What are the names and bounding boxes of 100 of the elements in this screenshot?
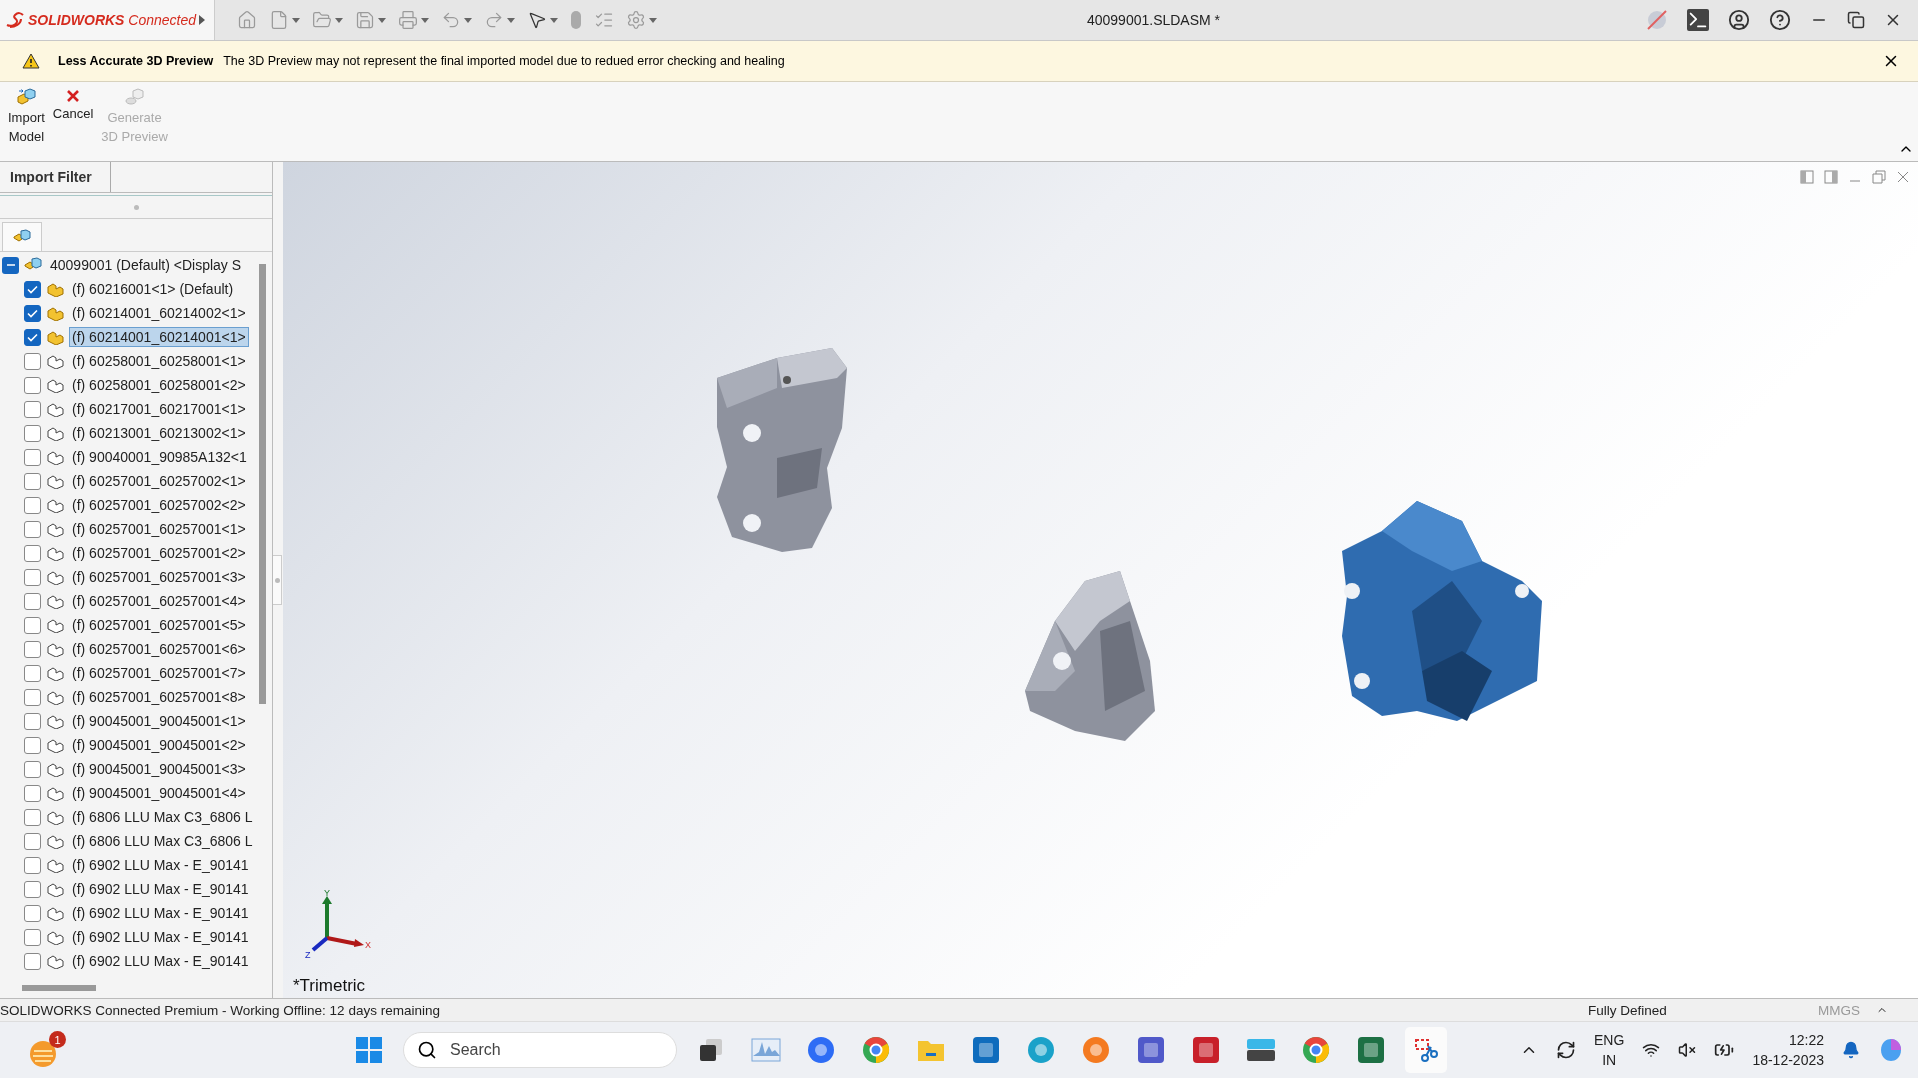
- redo-icon[interactable]: [484, 10, 504, 30]
- checkbox[interactable]: [24, 880, 41, 898]
- dropdown-caret-icon[interactable]: [421, 17, 429, 23]
- tree-item[interactable]: (f) 6902 LLU Max - E_90141: [69, 903, 252, 923]
- tree-item[interactable]: (f) 60257001_60257002<1>: [69, 471, 249, 491]
- panel-left-icon[interactable]: [1800, 170, 1814, 184]
- assembly-tab[interactable]: [2, 222, 42, 251]
- tree-item[interactable]: (f) 6806 LLU Max C3_6806 L: [69, 807, 256, 827]
- import-button[interactable]: Import Model: [6, 88, 47, 146]
- panel-handle[interactable]: [273, 555, 282, 605]
- tree-item[interactable]: (f) 60217001_60217001<1>: [69, 399, 249, 419]
- tree-item[interactable]: (f) 90045001_90045001<2>: [69, 735, 249, 755]
- tree-item[interactable]: (f) 60216001<1> (Default): [69, 279, 237, 299]
- tree-item[interactable]: (f) 90045001_90045001<4>: [69, 783, 249, 803]
- restore-icon[interactable]: [1847, 11, 1865, 29]
- checkbox[interactable]: [24, 640, 41, 658]
- checkbox[interactable]: [24, 472, 41, 490]
- checkbox[interactable]: [24, 448, 41, 466]
- tree-item[interactable]: (f) 90045001_90045001<3>: [69, 759, 249, 779]
- checkbox[interactable]: [24, 352, 41, 370]
- checkbox[interactable]: [24, 520, 41, 538]
- notification-bell-icon[interactable]: [1842, 1041, 1860, 1059]
- tree-item[interactable]: (f) 60214001_60214002<1>: [69, 303, 249, 323]
- language-indicator[interactable]: ENG IN: [1594, 1030, 1625, 1070]
- tree-item[interactable]: (f) 60257001_60257001<1>: [69, 519, 249, 539]
- checkbox[interactable]: [24, 664, 41, 682]
- tree-item[interactable]: (f) 60214001_60214001<1>: [69, 327, 249, 347]
- tree-item[interactable]: (f) 60257001_60257001<4>: [69, 591, 249, 611]
- checkbox[interactable]: [24, 736, 41, 754]
- help-icon[interactable]: [1769, 9, 1791, 31]
- checkbox[interactable]: [24, 568, 41, 586]
- dropdown-caret-icon[interactable]: [507, 17, 515, 23]
- new-file-icon[interactable]: [269, 10, 289, 30]
- checkbox[interactable]: [24, 544, 41, 562]
- checkbox[interactable]: [24, 616, 41, 634]
- tree-item[interactable]: (f) 90045001_90045001<1>: [69, 711, 249, 731]
- checkbox[interactable]: [24, 760, 41, 778]
- checkbox[interactable]: [24, 424, 41, 442]
- tree-item[interactable]: (f) 60257001_60257002<2>: [69, 495, 249, 515]
- tree-item[interactable]: (f) 90040001_90985A132<1: [69, 447, 250, 467]
- print-icon[interactable]: [398, 10, 418, 30]
- scrollbar-thumb[interactable]: [259, 264, 266, 704]
- home-icon[interactable]: [237, 10, 257, 30]
- save-icon[interactable]: [355, 10, 375, 30]
- dropdown-caret-icon[interactable]: [464, 17, 472, 23]
- offline-globe-icon[interactable]: [1646, 9, 1668, 31]
- checkbox[interactable]: [24, 400, 41, 418]
- checkbox[interactable]: [24, 856, 41, 874]
- checkbox[interactable]: [24, 784, 41, 802]
- checkbox[interactable]: [24, 376, 41, 394]
- collapse-toggle[interactable]: [2, 256, 19, 274]
- tree-item[interactable]: 40099001 (Default) <Display S: [47, 255, 245, 275]
- dropdown-caret-icon[interactable]: [292, 17, 300, 23]
- cancel-button[interactable]: Cancel: [50, 88, 96, 123]
- tree-item[interactable]: (f) 60257001_60257001<3>: [69, 567, 249, 587]
- checkbox[interactable]: [24, 808, 41, 826]
- sync-icon[interactable]: [1556, 1040, 1577, 1060]
- checkbox[interactable]: [24, 496, 41, 514]
- tree-item[interactable]: (f) 6902 LLU Max - E_90141: [69, 879, 252, 899]
- account-icon[interactable]: [1728, 9, 1750, 31]
- dropdown-caret-icon[interactable]: [335, 17, 343, 23]
- checkbox[interactable]: [24, 904, 41, 922]
- tree-item[interactable]: (f) 6902 LLU Max - E_90141: [69, 951, 252, 971]
- open-folder-icon[interactable]: [312, 10, 332, 30]
- checkbox[interactable]: [24, 328, 41, 346]
- tree-item[interactable]: (f) 60257001_60257001<2>: [69, 543, 249, 563]
- mute-icon[interactable]: [1678, 1041, 1697, 1059]
- tree-item[interactable]: (f) 6902 LLU Max - E_90141: [69, 927, 252, 947]
- select-pointer-icon[interactable]: [527, 10, 547, 30]
- checkbox[interactable]: [24, 304, 41, 322]
- terminal-icon[interactable]: [1687, 9, 1709, 31]
- checkbox[interactable]: [24, 712, 41, 730]
- settings-icon[interactable]: [626, 10, 646, 30]
- tree-item[interactable]: (f) 60258001_60258001<1>: [69, 351, 249, 371]
- tree-item[interactable]: (f) 60257001_60257001<5>: [69, 615, 249, 635]
- checkbox[interactable]: [24, 688, 41, 706]
- undo-icon[interactable]: [441, 10, 461, 30]
- search-field[interactable]: Search: [403, 1032, 677, 1068]
- checkbox[interactable]: [24, 832, 41, 850]
- checkbox[interactable]: [24, 928, 41, 946]
- checkbox[interactable]: [24, 280, 41, 298]
- checkbox[interactable]: [24, 952, 41, 970]
- wifi-icon[interactable]: [1642, 1041, 1661, 1059]
- dropdown-caret-icon[interactable]: [378, 17, 386, 23]
- tree-item[interactable]: (f) 60257001_60257001<8>: [69, 687, 249, 707]
- checkbox[interactable]: [24, 592, 41, 610]
- splitter-dot[interactable]: [133, 204, 139, 210]
- snipping-tool-icon[interactable]: [1405, 1027, 1447, 1073]
- tree-item[interactable]: (f) 60257001_60257001<6>: [69, 639, 249, 659]
- tree-item[interactable]: (f) 6902 LLU Max - E_90141: [69, 855, 252, 875]
- tree-item[interactable]: (f) 60213001_60213002<1>: [69, 423, 249, 443]
- panel-right-icon[interactable]: [1824, 170, 1838, 184]
- scrollbar-thumb[interactable]: [22, 985, 96, 991]
- tree-item[interactable]: (f) 6806 LLU Max C3_6806 L: [69, 831, 256, 851]
- tree-item[interactable]: (f) 60258001_60258001<2>: [69, 375, 249, 395]
- dropdown-caret-icon[interactable]: [550, 17, 558, 23]
- dropdown-caret-icon[interactable]: [649, 17, 657, 23]
- tree-item[interactable]: (f) 60257001_60257001<7>: [69, 663, 249, 683]
- clock[interactable]: 12:22 18-12-2023: [1752, 1030, 1824, 1070]
- capsule-icon[interactable]: [570, 10, 582, 30]
